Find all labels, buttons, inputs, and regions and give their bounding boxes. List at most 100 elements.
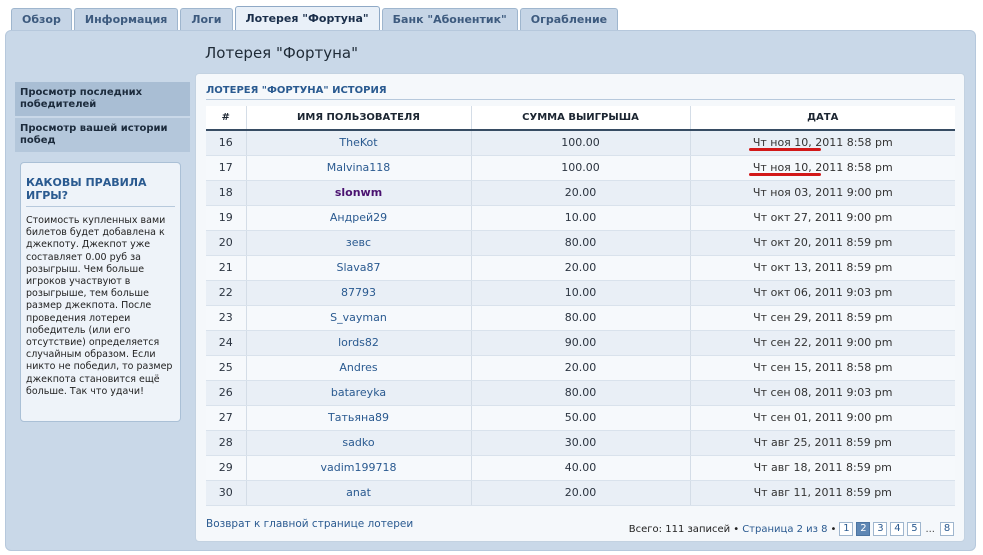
table-row: 27 Татьяна89 50.00 Чт сен 01, 2011 9:00 pm bbox=[206, 405, 955, 431]
tab-3[interactable]: Лотерея "Фортуна" bbox=[234, 6, 380, 31]
amount-cell: 10.00 bbox=[471, 205, 691, 231]
sidebar-item-recent-winners[interactable]: Просмотр последних победителей bbox=[15, 82, 190, 116]
row-number: 29 bbox=[206, 455, 247, 481]
user-cell: lords82 bbox=[246, 330, 472, 356]
rules-box: КАКОВЫ ПРАВИЛА ИГРЫ? Стоимость купленных… bbox=[20, 162, 181, 422]
rules-title: КАКОВЫ ПРАВИЛА ИГРЫ? bbox=[26, 176, 175, 207]
row-number: 26 bbox=[206, 380, 247, 406]
back-to-lottery-link[interactable]: Возврат к главной странице лотереи bbox=[206, 518, 413, 530]
user-cell: Andres bbox=[246, 355, 472, 381]
amount-cell: 90.00 bbox=[471, 330, 691, 356]
tab-bar: Обзор Информация Логи Лотерея "Фортуна" Банк… bbox=[11, 6, 620, 31]
user-link[interactable]: S_vayman bbox=[330, 311, 387, 324]
date-cell: Чт окт 13, 2011 8:59 pm bbox=[690, 255, 955, 281]
user-link[interactable]: зевс bbox=[346, 236, 371, 249]
table-row: 29 vadim199718 40.00 Чт авг 18, 2011 8:59 p… bbox=[206, 455, 955, 481]
user-link[interactable]: TheKot bbox=[339, 136, 377, 149]
amount-cell: 30.00 bbox=[471, 430, 691, 456]
tab-5[interactable]: Ограбление bbox=[519, 8, 619, 30]
user-cell: slonwm bbox=[246, 180, 472, 206]
row-number: 24 bbox=[206, 330, 247, 356]
user-cell: Malvina118 bbox=[246, 155, 472, 181]
table-row: 25 Andres 20.00 Чт сен 15, 2011 8:58 pm bbox=[206, 355, 955, 381]
date-cell: Чт сен 08, 2011 9:03 pm bbox=[690, 380, 955, 406]
page-5-button[interactable]: 5 bbox=[907, 522, 922, 536]
date-text: Чт окт 13, 2011 8:59 pm bbox=[753, 261, 893, 274]
sidebar-nav: Просмотр последних победителей Просмотр … bbox=[15, 82, 190, 154]
date-cell: Чт авг 25, 2011 8:59 pm bbox=[690, 430, 955, 456]
user-link[interactable]: slonwm bbox=[335, 186, 382, 199]
user-link[interactable]: 87793 bbox=[341, 286, 376, 299]
user-link[interactable]: Andres bbox=[339, 361, 377, 374]
page-4-button[interactable]: 4 bbox=[890, 522, 905, 536]
user-cell: зевс bbox=[246, 230, 472, 256]
history-title: ЛОТЕРЕЯ "ФОРТУНА" ИСТОРИЯ bbox=[206, 85, 387, 96]
row-number: 30 bbox=[206, 480, 247, 506]
row-number: 23 bbox=[206, 305, 247, 331]
date-cell: Чт ноя 03, 2011 9:00 pm bbox=[690, 180, 955, 206]
amount-cell: 80.00 bbox=[471, 305, 691, 331]
row-number: 21 bbox=[206, 255, 247, 281]
date-cell: Чт авг 11, 2011 8:59 pm bbox=[690, 480, 955, 506]
row-number: 17 bbox=[206, 155, 247, 181]
table-row: 30 anat 20.00 Чт авг 11, 2011 8:59 pm bbox=[206, 480, 955, 506]
row-number: 20 bbox=[206, 230, 247, 256]
date-text: Чт окт 20, 2011 8:59 pm bbox=[753, 236, 893, 249]
row-number: 18 bbox=[206, 180, 247, 206]
user-link[interactable]: sadko bbox=[342, 436, 374, 449]
amount-cell: 20.00 bbox=[471, 180, 691, 206]
row-number: 19 bbox=[206, 205, 247, 231]
amount-cell: 20.00 bbox=[471, 480, 691, 506]
table-header-row: # ИМЯ ПОЛЬЗОВАТЕЛЯ СУММА ВЫИГРЫША ДАТА bbox=[206, 106, 955, 131]
table-row: 20 зевс 80.00 Чт окт 20, 2011 8:59 pm bbox=[206, 230, 955, 256]
red-underline-annotation bbox=[748, 148, 821, 151]
table-row: 24 lords82 90.00 Чт сен 22, 2011 9:00 pm bbox=[206, 330, 955, 356]
tab-4[interactable]: Банк "Абонентик" bbox=[381, 8, 518, 30]
user-link[interactable]: Татьяна89 bbox=[328, 411, 389, 424]
tab-2[interactable]: Логи bbox=[180, 8, 233, 30]
user-link[interactable]: Slava87 bbox=[336, 261, 380, 274]
date-cell: Чт сен 29, 2011 8:59 pm bbox=[690, 305, 955, 331]
table-row: 21 Slava87 20.00 Чт окт 13, 2011 8:59 pm bbox=[206, 255, 955, 281]
date-text: Чт авг 11, 2011 8:59 pm bbox=[753, 486, 892, 499]
table-row: 16 TheKot 100.00 Чт ноя 10, 2011 8:58 pm bbox=[206, 130, 955, 156]
amount-cell: 80.00 bbox=[471, 230, 691, 256]
user-cell: TheKot bbox=[246, 130, 472, 156]
date-cell: Чт окт 20, 2011 8:59 pm bbox=[690, 230, 955, 256]
history-table: # ИМЯ ПОЛЬЗОВАТЕЛЯ СУММА ВЫИГРЫША ДАТА 1… bbox=[206, 106, 955, 506]
user-link[interactable]: batareyka bbox=[331, 386, 386, 399]
user-link[interactable]: Malvina118 bbox=[327, 161, 391, 174]
red-underline-annotation bbox=[748, 172, 821, 176]
page-2-button[interactable]: 2 bbox=[856, 522, 871, 536]
date-cell: Чт сен 01, 2011 9:00 pm bbox=[690, 405, 955, 431]
date-text: Чт ноя 03, 2011 9:00 pm bbox=[752, 186, 893, 199]
row-number: 28 bbox=[206, 430, 247, 456]
user-link[interactable]: lords82 bbox=[338, 336, 379, 349]
date-cell: Чт ноя 10, 2011 8:58 pm bbox=[690, 130, 955, 156]
user-cell: Андрей29 bbox=[246, 205, 472, 231]
pagination: Всего: 111 записей • Страница 2 из 8 • 1… bbox=[629, 522, 954, 536]
sidebar-item-my-history[interactable]: Просмотр вашей истории побед bbox=[15, 118, 190, 152]
table-row: 19 Андрей29 10.00 Чт окт 27, 2011 9:00 pm bbox=[206, 205, 955, 231]
page-1-button[interactable]: 1 bbox=[839, 522, 854, 536]
date-text: Чт сен 29, 2011 8:59 pm bbox=[753, 311, 893, 324]
user-link[interactable]: vadim199718 bbox=[321, 461, 397, 474]
date-text: Чт сен 22, 2011 9:00 pm bbox=[753, 336, 893, 349]
user-link[interactable]: Андрей29 bbox=[330, 211, 387, 224]
user-link[interactable]: anat bbox=[346, 486, 371, 499]
date-cell: Чт сен 22, 2011 9:00 pm bbox=[690, 330, 955, 356]
page-3-button[interactable]: 3 bbox=[873, 522, 888, 536]
tab-1[interactable]: Информация bbox=[73, 8, 179, 30]
page-last-button[interactable]: 8 bbox=[940, 522, 954, 536]
page-title: Лотерея "Фортуна" bbox=[205, 44, 358, 62]
page-info-link[interactable]: Страница 2 из 8 bbox=[742, 524, 827, 535]
amount-cell: 40.00 bbox=[471, 455, 691, 481]
date-text: Чт сен 15, 2011 8:58 pm bbox=[753, 361, 893, 374]
user-cell: anat bbox=[246, 480, 472, 506]
amount-cell: 100.00 bbox=[471, 155, 691, 181]
table-row: 28 sadko 30.00 Чт авг 25, 2011 8:59 pm bbox=[206, 430, 955, 456]
tab-0[interactable]: Обзор bbox=[11, 8, 72, 30]
amount-cell: 50.00 bbox=[471, 405, 691, 431]
row-number: 22 bbox=[206, 280, 247, 306]
table-row: 23 S_vayman 80.00 Чт сен 29, 2011 8:59 pm bbox=[206, 305, 955, 331]
